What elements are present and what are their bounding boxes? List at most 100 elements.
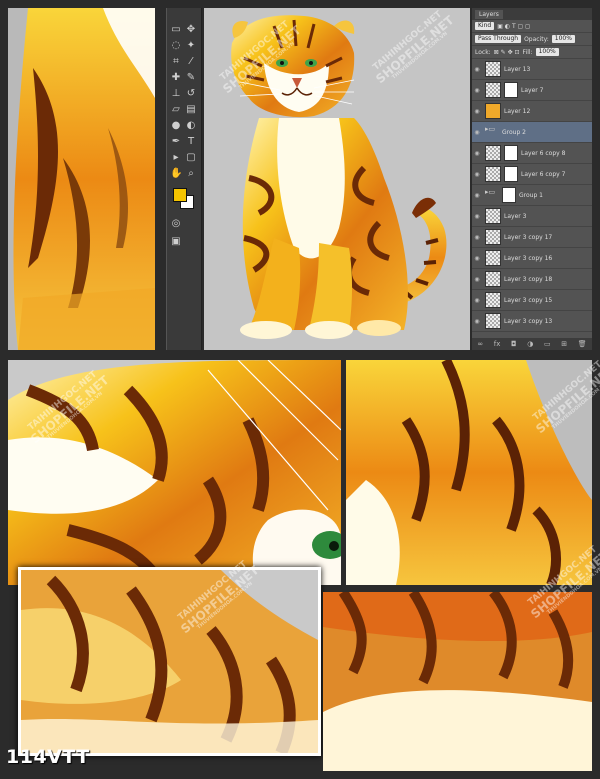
blend-mode-select[interactable]: Pass Through xyxy=(475,35,522,43)
layer-name: Layer 6 copy 7 xyxy=(521,170,566,178)
layer-name: Layer 7 xyxy=(521,86,544,94)
foreground-color-swatch[interactable] xyxy=(173,188,187,202)
eye-icon[interactable]: ◉ xyxy=(472,318,482,325)
layer-row[interactable]: ◉ Layer 13 xyxy=(472,59,592,80)
adjustment-icon[interactable]: ◑ xyxy=(527,340,533,348)
hand-tool-icon[interactable]: ✋ xyxy=(170,168,182,180)
type-tool-icon[interactable]: T xyxy=(185,136,197,148)
opacity-field[interactable]: 100% xyxy=(551,35,575,43)
layer-thumbnail xyxy=(485,166,501,182)
fill-field[interactable]: 100% xyxy=(535,48,559,56)
filter-kind-select[interactable]: Kind xyxy=(475,22,495,30)
fill-label: Fill: xyxy=(522,48,533,56)
add-mask-icon[interactable]: ◘ xyxy=(511,340,517,348)
trash-icon[interactable]: 🗑 xyxy=(578,340,587,348)
layer-row[interactable]: ◉ Layer 12 xyxy=(472,101,592,122)
layer-name: Layer 3 xyxy=(504,212,527,220)
eye-icon[interactable]: ◉ xyxy=(472,150,482,157)
eye-icon[interactable]: ◉ xyxy=(472,171,482,178)
eye-icon[interactable]: ◉ xyxy=(472,213,482,220)
layer-row[interactable]: ◉ Layer 3 copy 18 xyxy=(472,269,592,290)
canvas-tiger-illustration[interactable] xyxy=(204,8,470,350)
eye-icon[interactable]: ◉ xyxy=(472,129,482,136)
layer-thumbnail xyxy=(485,313,501,329)
layer-row[interactable]: ◉ ▸▭ Group 1 xyxy=(472,185,592,206)
eye-icon[interactable]: ◉ xyxy=(472,108,482,115)
shape-tool-icon[interactable]: ▢ xyxy=(185,152,197,164)
healing-brush-icon[interactable]: ✚ xyxy=(170,72,182,84)
layer-row[interactable]: ◉ Layer 3 copy 17 xyxy=(472,227,592,248)
eraser-icon[interactable]: ▱ xyxy=(170,104,182,116)
eye-icon[interactable]: ◉ xyxy=(472,87,482,94)
layer-thumbnail xyxy=(485,145,501,161)
folder-icon: ▸▭ xyxy=(485,188,496,196)
layer-thumbnail xyxy=(485,208,501,224)
layer-mask-thumbnail[interactable] xyxy=(504,82,518,98)
link-layers-icon[interactable]: ∞ xyxy=(477,340,483,348)
layer-row[interactable]: ◉ Layer 3 copy 13 xyxy=(472,311,592,332)
marquee-tool-icon[interactable]: ▭ xyxy=(170,24,182,36)
layer-row[interactable]: ◉ Layer 7 xyxy=(472,80,592,101)
layer-row[interactable]: ◉ Layer 6 copy 8 xyxy=(472,143,592,164)
layer-row[interactable]: ◉ Layer 3 copy 16 xyxy=(472,248,592,269)
layer-list: ◉ Layer 13 ◉ Layer 7 ◉ Layer 12 ◉ ▸▭ Group 2 ◉ Lay… xyxy=(472,59,592,332)
layer-thumbnail xyxy=(485,229,501,245)
zoom-tool-icon[interactable]: ⌕ xyxy=(185,168,197,180)
brush-tool-icon[interactable]: ✎ xyxy=(185,72,197,84)
eyedropper-icon[interactable]: ⁄ xyxy=(185,56,197,68)
filter-icons[interactable]: ▣ ◐ T ▢ ◻ xyxy=(497,23,530,30)
quick-mask-icon[interactable]: ◎ xyxy=(170,218,182,230)
eye-icon[interactable]: ◉ xyxy=(472,192,482,199)
lasso-tool-icon[interactable]: ◌ xyxy=(170,40,182,52)
layer-name: Layer 3 copy 16 xyxy=(504,254,553,262)
lock-icons[interactable]: ⊠ ✎ ✥ ⊡ xyxy=(494,49,520,56)
layer-thumbnail xyxy=(485,250,501,266)
eye-icon[interactable]: ◉ xyxy=(472,255,482,262)
crop-tool-icon[interactable]: ⌗ xyxy=(170,56,182,68)
dodge-tool-icon[interactable]: ◐ xyxy=(185,120,197,132)
product-code: 114VTT xyxy=(6,746,90,768)
layer-mask-thumbnail[interactable] xyxy=(504,145,518,161)
layer-name: Layer 3 copy 18 xyxy=(504,275,553,283)
layers-tab[interactable]: Layers xyxy=(475,9,503,19)
new-layer-icon[interactable]: ⊞ xyxy=(561,340,567,348)
layer-thumbnail xyxy=(485,82,501,98)
layers-footer: ∞ fx ◘ ◑ ▭ ⊞ 🗑 xyxy=(472,338,592,350)
layer-name: Layer 6 copy 8 xyxy=(521,149,566,157)
layer-name: Layer 3 copy 15 xyxy=(504,296,553,304)
clone-stamp-icon[interactable]: ⊥ xyxy=(170,88,182,100)
layer-thumbnail xyxy=(485,61,501,77)
toolbox: ▭ ✥ ◌ ✦ ⌗ ⁄ ✚ ✎ ⊥ ↺ ▱ ▤ ● ◐ ✒ T ▸ ▢ ✋ ⌕ … xyxy=(166,8,202,350)
magic-wand-icon[interactable]: ✦ xyxy=(185,40,197,52)
layer-mask-thumbnail[interactable] xyxy=(502,187,516,203)
gradient-icon[interactable]: ▤ xyxy=(185,104,197,116)
pen-tool-icon[interactable]: ✒ xyxy=(170,136,182,148)
path-select-icon[interactable]: ▸ xyxy=(170,152,182,164)
fur-crop-left xyxy=(8,8,155,350)
layer-name: Layer 3 copy 13 xyxy=(504,317,553,325)
fur-crop-chest xyxy=(346,360,592,585)
layer-row[interactable]: ◉ ▸▭ Group 2 xyxy=(472,122,592,143)
layer-thumbnail xyxy=(485,292,501,308)
layer-row[interactable]: ◉ Layer 3 copy 15 xyxy=(472,290,592,311)
layer-name: Group 1 xyxy=(519,191,543,199)
eye-icon[interactable]: ◉ xyxy=(472,234,482,241)
eye-icon[interactable]: ◉ xyxy=(472,66,482,73)
move-tool-icon[interactable]: ✥ xyxy=(185,24,197,36)
folder-icon[interactable]: ▭ xyxy=(544,340,551,348)
eye-icon[interactable]: ◉ xyxy=(472,297,482,304)
layers-tab-bar: Layers xyxy=(472,8,592,20)
blur-tool-icon[interactable]: ● xyxy=(170,120,182,132)
layer-name: Group 2 xyxy=(502,128,526,136)
blend-mode-row: Pass Through Opacity: 100% xyxy=(472,33,592,46)
layer-mask-thumbnail[interactable] xyxy=(504,166,518,182)
layer-name: Layer 12 xyxy=(504,107,531,115)
layer-row[interactable]: ◉ Layer 6 copy 7 xyxy=(472,164,592,185)
lock-label: Lock: xyxy=(475,48,491,56)
opacity-label: Opacity: xyxy=(524,35,549,43)
eye-icon[interactable]: ◉ xyxy=(472,276,482,283)
history-brush-icon[interactable]: ↺ xyxy=(185,88,197,100)
layer-row[interactable]: ◉ Layer 3 xyxy=(472,206,592,227)
fx-icon[interactable]: fx xyxy=(494,340,501,348)
screen-mode-icon[interactable]: ▣ xyxy=(170,236,182,248)
